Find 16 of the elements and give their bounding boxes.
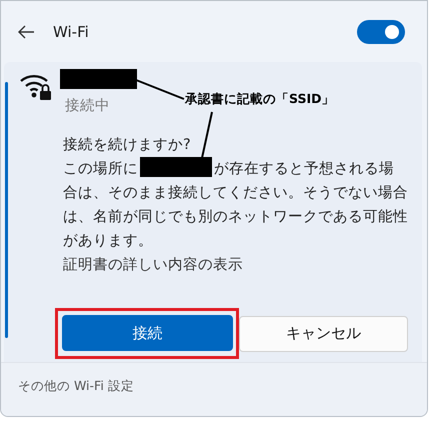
prompt-text: 接続を続けますか? (63, 136, 191, 155)
annotation-label: 承認書に記載の「SSID」 (185, 91, 334, 108)
more-wifi-settings-link[interactable]: その他の Wi-Fi 設定 (18, 378, 134, 395)
leader-line (136, 79, 184, 100)
connection-status: 接続中 (65, 97, 110, 116)
leader-line (201, 112, 213, 158)
connect-button[interactable]: 接続 (62, 315, 233, 351)
cancel-button[interactable]: キャンセル (239, 316, 408, 352)
message-text: この場所に (63, 161, 138, 177)
redaction-block (140, 157, 212, 177)
message-text: が存在すると予想される場 (214, 161, 394, 177)
back-icon[interactable] (18, 24, 35, 38)
wifi-toggle[interactable] (357, 20, 405, 44)
window-title: Wi-Fi (53, 22, 90, 40)
certificate-details-link[interactable]: 証明書の詳しい内容の表示 (63, 257, 243, 273)
message-text: 合は、そのまま接続してください。そうでない場合は、名前が同じでも別のネットワークである可能性があります。 (63, 184, 409, 251)
